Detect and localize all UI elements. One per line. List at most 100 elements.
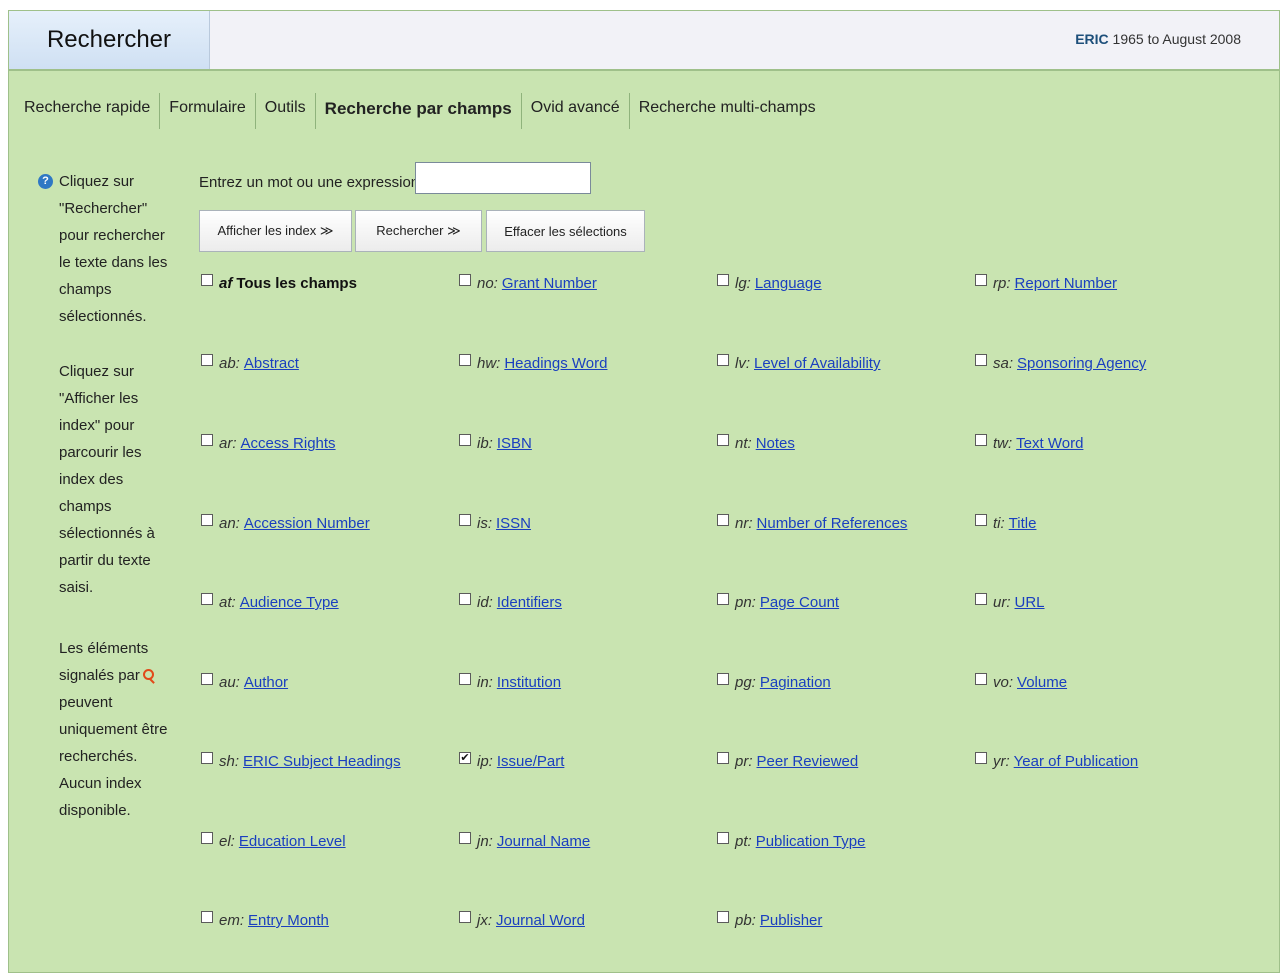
checkbox-pb[interactable] bbox=[717, 910, 729, 923]
field-link[interactable]: Entry Month bbox=[248, 912, 329, 929]
field-link[interactable]: ERIC Subject Headings bbox=[243, 753, 401, 770]
checkbox-pn[interactable] bbox=[717, 592, 729, 605]
tab-outils[interactable]: Outils bbox=[256, 93, 316, 129]
checkbox-id[interactable] bbox=[459, 592, 471, 605]
field-link[interactable]: Pagination bbox=[760, 674, 831, 691]
checkbox-pr[interactable] bbox=[717, 751, 729, 764]
field-link[interactable]: Language bbox=[755, 275, 822, 292]
tab-recherche-multi-champs[interactable]: Recherche multi-champs bbox=[630, 93, 825, 129]
clear-selections-button[interactable]: Effacer les sélections bbox=[486, 210, 645, 252]
field-no: no: Grant Number bbox=[459, 273, 597, 292]
field-link[interactable]: Number of References bbox=[757, 515, 908, 532]
tab-recherche-rapide[interactable]: Recherche rapide bbox=[9, 93, 161, 129]
field-abbr: at: bbox=[219, 594, 236, 611]
field-abbr: jx: bbox=[477, 912, 492, 929]
field-hw: hw: Headings Word bbox=[459, 353, 607, 372]
checkbox-ib[interactable] bbox=[459, 433, 471, 446]
field-link[interactable]: Abstract bbox=[244, 355, 299, 372]
field-ib: ib: ISBN bbox=[459, 433, 532, 452]
field-link[interactable]: Year of Publication bbox=[1014, 753, 1139, 770]
show-index-button[interactable]: Afficher les index ≫ bbox=[199, 210, 352, 252]
checkbox-pg[interactable] bbox=[717, 672, 729, 685]
checkbox-ip[interactable]: ✔ bbox=[459, 751, 471, 764]
field-link[interactable]: ISSN bbox=[496, 515, 531, 532]
checkbox-af[interactable] bbox=[201, 273, 213, 286]
help-text-search-only-a: Les éléments signalés par bbox=[59, 640, 149, 684]
checkbox-an[interactable] bbox=[201, 513, 213, 526]
field-abbr: em: bbox=[219, 912, 245, 929]
field-abbr: af bbox=[219, 275, 233, 292]
field-at: at: Audience Type bbox=[201, 592, 339, 611]
field-abbr: ar: bbox=[219, 435, 237, 452]
help-text-search-only: Les éléments signalés par peuvent unique… bbox=[59, 635, 177, 824]
field-link[interactable]: Notes bbox=[756, 435, 795, 452]
field-link[interactable]: Education Level bbox=[239, 833, 346, 850]
field-link[interactable]: ISBN bbox=[497, 435, 532, 452]
field-link[interactable]: Level of Availability bbox=[754, 355, 880, 372]
checkbox-el[interactable] bbox=[201, 831, 213, 844]
field-link[interactable]: Page Count bbox=[760, 594, 839, 611]
field-link[interactable]: Title bbox=[1009, 515, 1037, 532]
checkbox-lg[interactable] bbox=[717, 273, 729, 286]
field-link[interactable]: Sponsoring Agency bbox=[1017, 355, 1146, 372]
tab-ovid-avance[interactable]: Ovid avancé bbox=[522, 93, 630, 129]
field-link[interactable]: Access Rights bbox=[241, 435, 336, 452]
field-abbr: in: bbox=[477, 674, 493, 691]
checkbox-rp[interactable] bbox=[975, 273, 987, 286]
checkbox-vo[interactable] bbox=[975, 672, 987, 685]
field-link[interactable]: Headings Word bbox=[504, 355, 607, 372]
field-em: em: Entry Month bbox=[201, 910, 329, 929]
field-link[interactable]: Issue/Part bbox=[497, 753, 565, 770]
checkbox-yr[interactable] bbox=[975, 751, 987, 764]
checkbox-at[interactable] bbox=[201, 592, 213, 605]
field-link[interactable]: Author bbox=[244, 674, 288, 691]
checkbox-em[interactable] bbox=[201, 910, 213, 923]
field-link[interactable]: Publication Type bbox=[756, 833, 866, 850]
checkbox-jx[interactable] bbox=[459, 910, 471, 923]
field-abbr: ur: bbox=[993, 594, 1011, 611]
checkbox-ar[interactable] bbox=[201, 433, 213, 446]
checkbox-tw[interactable] bbox=[975, 433, 987, 446]
checkbox-ur[interactable] bbox=[975, 592, 987, 605]
field-link[interactable]: Volume bbox=[1017, 674, 1067, 691]
search-input[interactable] bbox=[415, 162, 591, 194]
field-pt: pt: Publication Type bbox=[717, 831, 866, 850]
field-link[interactable]: Identifiers bbox=[497, 594, 562, 611]
search-button[interactable]: Rechercher ≫ bbox=[355, 210, 482, 252]
checkbox-hw[interactable] bbox=[459, 353, 471, 366]
field-rp: rp: Report Number bbox=[975, 273, 1118, 292]
checkbox-ab[interactable] bbox=[201, 353, 213, 366]
checkbox-is[interactable] bbox=[459, 513, 471, 526]
checkbox-sa[interactable] bbox=[975, 353, 987, 366]
search-mode-tabs: Recherche rapide Formulaire Outils Reche… bbox=[9, 93, 825, 129]
field-link[interactable]: Grant Number bbox=[502, 275, 597, 292]
field-link[interactable]: Accession Number bbox=[244, 515, 370, 532]
field-nr: nr: Number of References bbox=[717, 513, 908, 532]
field-link[interactable]: Publisher bbox=[760, 912, 823, 929]
field-link[interactable]: Journal Word bbox=[496, 912, 585, 929]
field-link[interactable]: Peer Reviewed bbox=[757, 753, 859, 770]
field-link[interactable]: Text Word bbox=[1016, 435, 1083, 452]
checkbox-nr[interactable] bbox=[717, 513, 729, 526]
checkbox-pt[interactable] bbox=[717, 831, 729, 844]
checkbox-nt[interactable] bbox=[717, 433, 729, 446]
field-abbr: ab: bbox=[219, 355, 240, 372]
help-question-icon[interactable]: ? bbox=[38, 174, 53, 189]
field-af: af Tous les champs bbox=[201, 273, 357, 292]
field-is: is: ISSN bbox=[459, 513, 531, 532]
field-vo: vo: Volume bbox=[975, 672, 1067, 691]
field-link[interactable]: Journal Name bbox=[497, 833, 590, 850]
field-link[interactable]: Institution bbox=[497, 674, 561, 691]
tab-recherche-par-champs[interactable]: Recherche par champs bbox=[316, 93, 522, 129]
field-link[interactable]: Audience Type bbox=[240, 594, 339, 611]
checkbox-au[interactable] bbox=[201, 672, 213, 685]
checkbox-ti[interactable] bbox=[975, 513, 987, 526]
field-link[interactable]: URL bbox=[1015, 594, 1045, 611]
checkbox-lv[interactable] bbox=[717, 353, 729, 366]
checkbox-no[interactable] bbox=[459, 273, 471, 286]
checkbox-in[interactable] bbox=[459, 672, 471, 685]
field-link[interactable]: Report Number bbox=[1015, 275, 1118, 292]
tab-formulaire[interactable]: Formulaire bbox=[160, 93, 256, 129]
checkbox-sh[interactable] bbox=[201, 751, 213, 764]
checkbox-jn[interactable] bbox=[459, 831, 471, 844]
